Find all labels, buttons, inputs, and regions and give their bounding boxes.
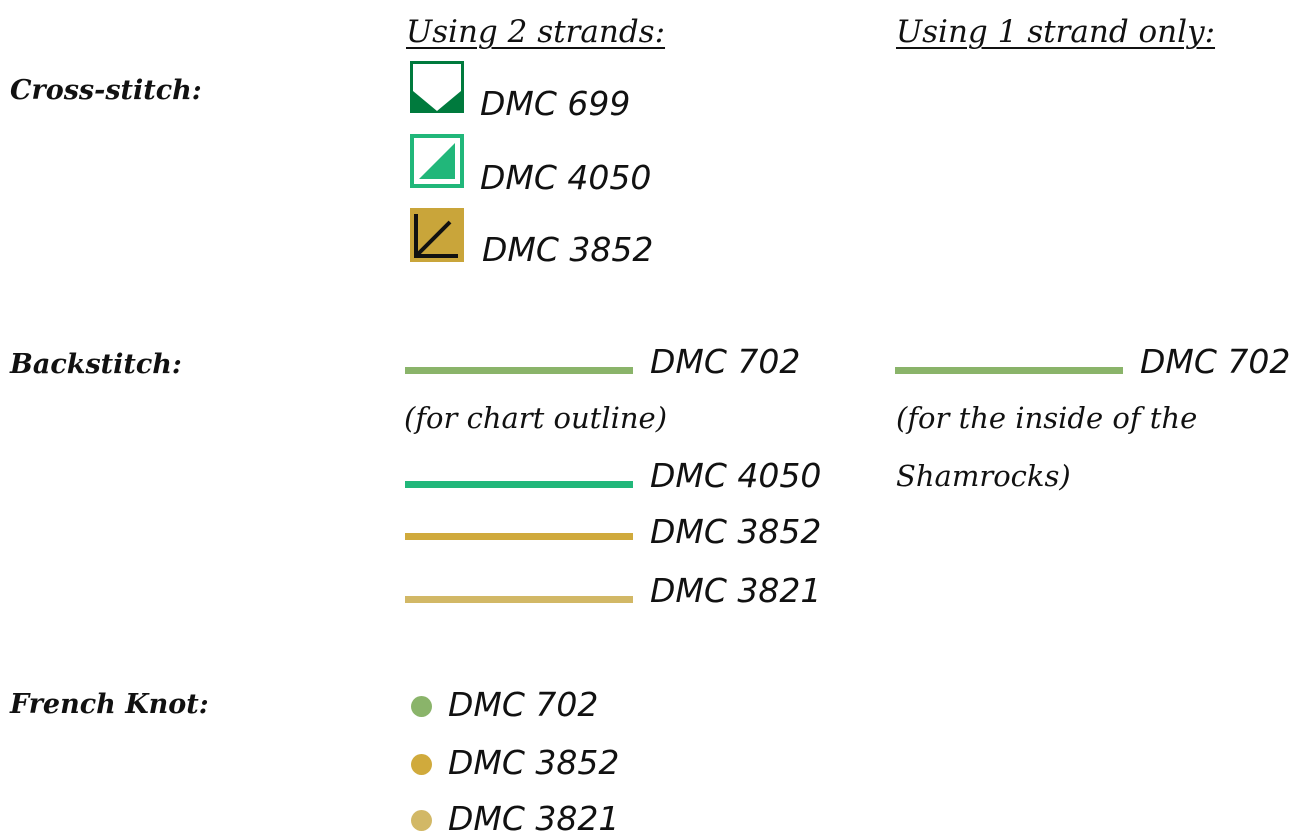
section-french-knot: French Knot: bbox=[10, 689, 209, 720]
backstitch-line-702 bbox=[405, 367, 633, 374]
section-backstitch: Backstitch: bbox=[10, 349, 182, 380]
header-one-strand: Using 1 strand only: bbox=[896, 14, 1216, 50]
french-knot-dot-icon bbox=[411, 696, 432, 717]
backstitch-label: DMC 3852 bbox=[650, 512, 822, 551]
backstitch-note-chart-outline: (for chart outline) bbox=[404, 401, 668, 435]
cross-stitch-label: DMC 699 bbox=[480, 84, 631, 123]
cross-stitch-label: DMC 4050 bbox=[480, 158, 652, 197]
backstitch-note-shamrocks-line1: (for the inside of the bbox=[896, 401, 1198, 435]
backstitch-note-shamrocks-line2: Shamrocks) bbox=[896, 459, 1071, 493]
french-knot-label: DMC 3821 bbox=[448, 799, 620, 838]
dmc-4050-symbol-icon bbox=[410, 134, 464, 188]
french-knot-dot-icon bbox=[411, 754, 432, 775]
backstitch-line-3852 bbox=[405, 533, 633, 540]
cross-stitch-label: DMC 3852 bbox=[482, 230, 654, 269]
backstitch-label: DMC 4050 bbox=[650, 456, 822, 495]
backstitch-line-3821 bbox=[405, 596, 633, 603]
backstitch-label: DMC 3821 bbox=[650, 571, 822, 610]
french-knot-label: DMC 702 bbox=[448, 685, 599, 724]
french-knot-dot-icon bbox=[411, 810, 432, 831]
dmc-699-symbol-icon bbox=[410, 61, 464, 113]
backstitch-line-4050 bbox=[405, 481, 633, 488]
backstitch-line-702-one-strand bbox=[895, 367, 1123, 374]
dmc-3852-symbol-icon bbox=[410, 208, 464, 262]
header-two-strands: Using 2 strands: bbox=[406, 14, 666, 50]
backstitch-label: DMC 702 bbox=[650, 342, 801, 381]
french-knot-label: DMC 3852 bbox=[448, 743, 620, 782]
section-cross-stitch: Cross-stitch: bbox=[10, 75, 202, 106]
backstitch-one-strand-label: DMC 702 bbox=[1140, 342, 1291, 381]
